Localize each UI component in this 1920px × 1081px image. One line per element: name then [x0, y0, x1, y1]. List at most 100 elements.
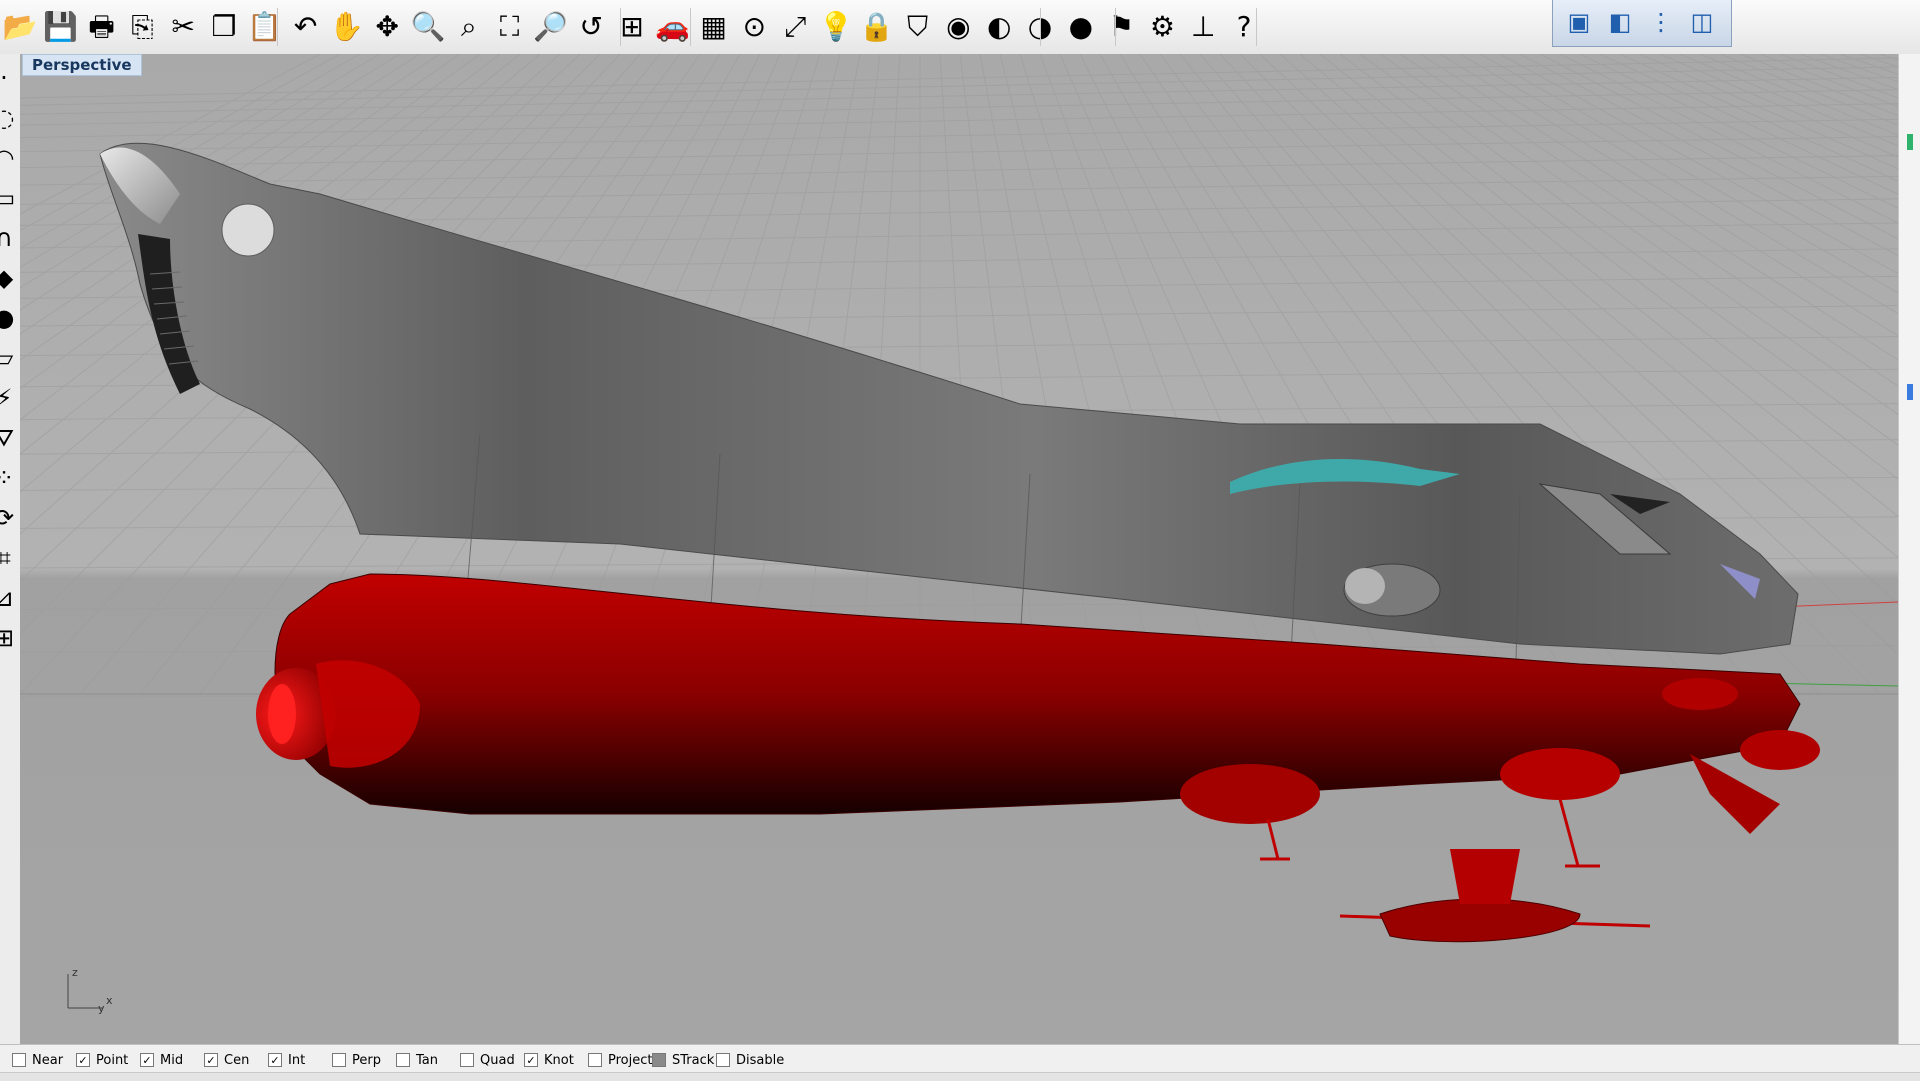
- analyze-icon[interactable]: ⟳: [0, 504, 18, 532]
- osnap-strack[interactable]: STrack: [652, 1051, 714, 1069]
- osnap-knot[interactable]: ✓ Knot: [524, 1051, 574, 1069]
- checkbox[interactable]: [396, 1053, 410, 1067]
- pointer-flag-icon[interactable]: ⚑: [1104, 8, 1140, 46]
- mesh-icon[interactable]: ▱: [0, 344, 18, 372]
- osnap-label: Knot: [544, 1052, 574, 1068]
- checkbox[interactable]: [716, 1053, 730, 1067]
- shaded-sphere-icon[interactable]: ◐: [981, 8, 1017, 46]
- panel-indicator: [1907, 384, 1913, 400]
- osnap-mid[interactable]: ✓ Mid: [140, 1051, 183, 1069]
- scale-icon[interactable]: ⊞: [0, 624, 18, 652]
- checkbox[interactable]: ✓: [140, 1053, 154, 1067]
- osnap-tan[interactable]: Tan: [396, 1051, 438, 1069]
- osnap-icon[interactable]: ⊙: [736, 8, 772, 46]
- color-wheel-icon[interactable]: ◉: [940, 8, 976, 46]
- osnap-near[interactable]: Near: [12, 1051, 63, 1069]
- zoom-window-icon[interactable]: ⌕: [451, 8, 487, 46]
- arc-icon[interactable]: ◠: [0, 144, 18, 172]
- zoom-selected-icon[interactable]: 🔎: [532, 8, 568, 46]
- perspective-viewport[interactable]: Perspective z y x: [20, 54, 1898, 1044]
- zoom-extents-icon[interactable]: ⛶: [492, 8, 528, 46]
- checkbox[interactable]: ✓: [524, 1053, 538, 1067]
- osnap-point[interactable]: ✓ Point: [76, 1051, 128, 1069]
- osnap-cen[interactable]: ✓ Cen: [204, 1051, 249, 1069]
- osnap-label: Project: [608, 1052, 653, 1068]
- axis-y-label: y: [98, 1002, 105, 1014]
- left-toolbar: · ◌ ◠ ▭ ∩ ◆ ● ▱ ⚡ ⛛ ⁘ ⟳ ⌗ ⊿ ⊞: [0, 54, 21, 1044]
- checkbox[interactable]: ✓: [76, 1053, 90, 1067]
- toolbar-separator: [277, 8, 278, 46]
- osnap-label: Point: [96, 1052, 129, 1068]
- right-panel-edge: [1898, 54, 1920, 1044]
- checkbox[interactable]: [332, 1053, 346, 1067]
- open-icon[interactable]: 📂: [2, 8, 38, 46]
- layer-icon[interactable]: ⛉: [900, 8, 936, 46]
- blue-sphere-icon[interactable]: ●: [1063, 8, 1099, 46]
- named-view-icon[interactable]: ◧: [1602, 4, 1638, 40]
- undo-view-icon[interactable]: ↺: [573, 8, 609, 46]
- pan-hand-icon[interactable]: ✋: [328, 8, 364, 46]
- rotate-view-icon[interactable]: ✥: [369, 8, 405, 46]
- world-axes-icon: z y x: [58, 964, 118, 1018]
- osnap-quad[interactable]: Quad: [460, 1051, 515, 1069]
- osnap-perp[interactable]: Perp: [332, 1051, 381, 1069]
- settings-gear-icon[interactable]: ⚙: [1144, 8, 1180, 46]
- checkbox[interactable]: ✓: [204, 1053, 218, 1067]
- checkbox[interactable]: [12, 1053, 26, 1067]
- view-toolbar: ▣ ◧ ⋮ ◫: [1552, 0, 1732, 47]
- osnap-disable[interactable]: Disable: [716, 1051, 784, 1069]
- osnap-label: Perp: [352, 1052, 381, 1068]
- plane-grid-icon[interactable]: ▦: [696, 8, 732, 46]
- curve-icon[interactable]: ∩: [0, 224, 18, 252]
- undo-icon[interactable]: ↶: [288, 8, 324, 46]
- osnap-label: Near: [32, 1052, 64, 1068]
- checkbox[interactable]: [588, 1053, 602, 1067]
- toolbar-separator: [1115, 8, 1116, 46]
- viewport-icon[interactable]: ◫: [1684, 4, 1720, 40]
- cut-icon[interactable]: ✂: [165, 8, 201, 46]
- viewport-scene[interactable]: [20, 54, 1898, 1044]
- osnap-label: Quad: [480, 1052, 515, 1068]
- osnap-label: STrack: [672, 1052, 715, 1068]
- osnap-status-bar: Near ✓ Point ✓ Mid ✓ Cen ✓ Int Perp Tan Quad ✓ Knot Pr…: [0, 1044, 1920, 1073]
- panel-indicator: [1907, 134, 1913, 150]
- osnap-label: Tan: [416, 1052, 438, 1068]
- checkbox[interactable]: [460, 1053, 474, 1067]
- rectangle-icon[interactable]: ▭: [0, 184, 18, 212]
- axis-x-label: x: [106, 994, 113, 1007]
- osnap-int[interactable]: ✓ Int: [268, 1051, 305, 1069]
- array-icon[interactable]: ⁘: [0, 464, 18, 492]
- osnap-label: Int: [288, 1052, 306, 1068]
- toolbar-separator: [620, 8, 621, 46]
- osnap-label: Disable: [736, 1052, 785, 1068]
- checkbox[interactable]: [652, 1053, 666, 1067]
- print-icon[interactable]: 🖶: [84, 8, 120, 46]
- solid-icon[interactable]: ●: [0, 304, 18, 332]
- circle-icon[interactable]: ◌: [0, 104, 18, 132]
- copy-icon[interactable]: ❐: [206, 8, 242, 46]
- checkbox[interactable]: ✓: [268, 1053, 282, 1067]
- car-icon[interactable]: 🚗: [655, 8, 691, 46]
- point-icon[interactable]: ·: [0, 64, 18, 92]
- light-bulb-icon[interactable]: 💡: [818, 8, 854, 46]
- toolbar-separator: [690, 8, 691, 46]
- osnap-project[interactable]: Project: [588, 1051, 652, 1069]
- osnap-label: Mid: [160, 1052, 184, 1068]
- osnap-label: Cen: [224, 1052, 250, 1068]
- dimension-icon[interactable]: ⊥: [1185, 8, 1221, 46]
- viewport-title[interactable]: Perspective: [22, 54, 142, 76]
- export-icon[interactable]: ⎘: [124, 8, 160, 46]
- measure-icon[interactable]: ⊿: [0, 584, 18, 612]
- split-view-icon[interactable]: ⋮: [1643, 4, 1679, 40]
- zoom-icon[interactable]: 🔍: [410, 8, 446, 46]
- surface-icon[interactable]: ◆: [0, 264, 18, 292]
- save-icon[interactable]: 💾: [43, 8, 79, 46]
- dimension-icon[interactable]: ⛛: [0, 424, 18, 452]
- box-view-icon[interactable]: ▣: [1561, 4, 1597, 40]
- transform-icon[interactable]: ⚡: [0, 384, 18, 412]
- lock-icon[interactable]: 🔒: [859, 8, 895, 46]
- gumball-icon[interactable]: ⤢: [777, 8, 813, 46]
- edit-icon[interactable]: ⌗: [0, 544, 18, 572]
- axis-z-label: z: [72, 966, 78, 979]
- toolbar-separator: [1256, 8, 1257, 46]
